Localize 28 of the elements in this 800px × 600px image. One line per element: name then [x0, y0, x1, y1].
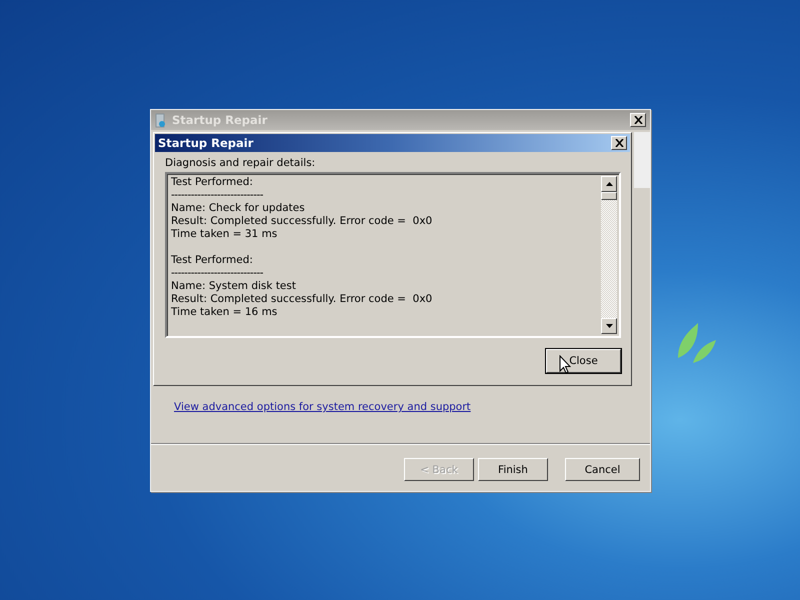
- window-title: Startup Repair: [172, 113, 268, 127]
- close-button[interactable]: [611, 136, 627, 150]
- scroll-thumb[interactable]: [601, 192, 617, 200]
- scrollbar[interactable]: [601, 176, 617, 334]
- wizard-button[interactable]: Cancel: [565, 458, 640, 481]
- up-arrow-icon: [606, 182, 612, 186]
- advanced-options-link[interactable]: View advanced options for system recovery and support: [174, 401, 650, 413]
- log-line: Result: Completed successfully. Error code = 0x0: [171, 215, 434, 228]
- log-heading: Test Performed:: [171, 176, 254, 189]
- down-arrow-icon: [606, 324, 612, 328]
- repair-icon: [155, 112, 167, 128]
- log-line: Name: Check for updates: [171, 202, 306, 215]
- wizard-button[interactable]: Finish: [478, 458, 548, 481]
- details-label: Diagnosis and repair details:: [165, 157, 316, 169]
- log-line: Result: Completed successfully. Error code = 0x0: [171, 293, 434, 306]
- log-line: Name: System disk test: [171, 280, 297, 293]
- log-line: Time taken = 16 ms: [171, 306, 278, 319]
- log-separator: ----------------------------: [171, 189, 264, 202]
- log-separator: ----------------------------: [171, 267, 264, 280]
- close-dialog-button[interactable]: Close: [546, 349, 621, 373]
- log-line: Time taken = 31 ms: [171, 228, 278, 241]
- dialog-title: Startup Repair: [158, 136, 254, 150]
- close-button[interactable]: [630, 113, 646, 127]
- details-text-area[interactable]: [165, 172, 621, 338]
- close-icon: [634, 116, 642, 124]
- log-heading: Test Performed:: [171, 254, 254, 267]
- mouse-pointer-icon: [559, 355, 571, 374]
- close-icon: [614, 139, 624, 147]
